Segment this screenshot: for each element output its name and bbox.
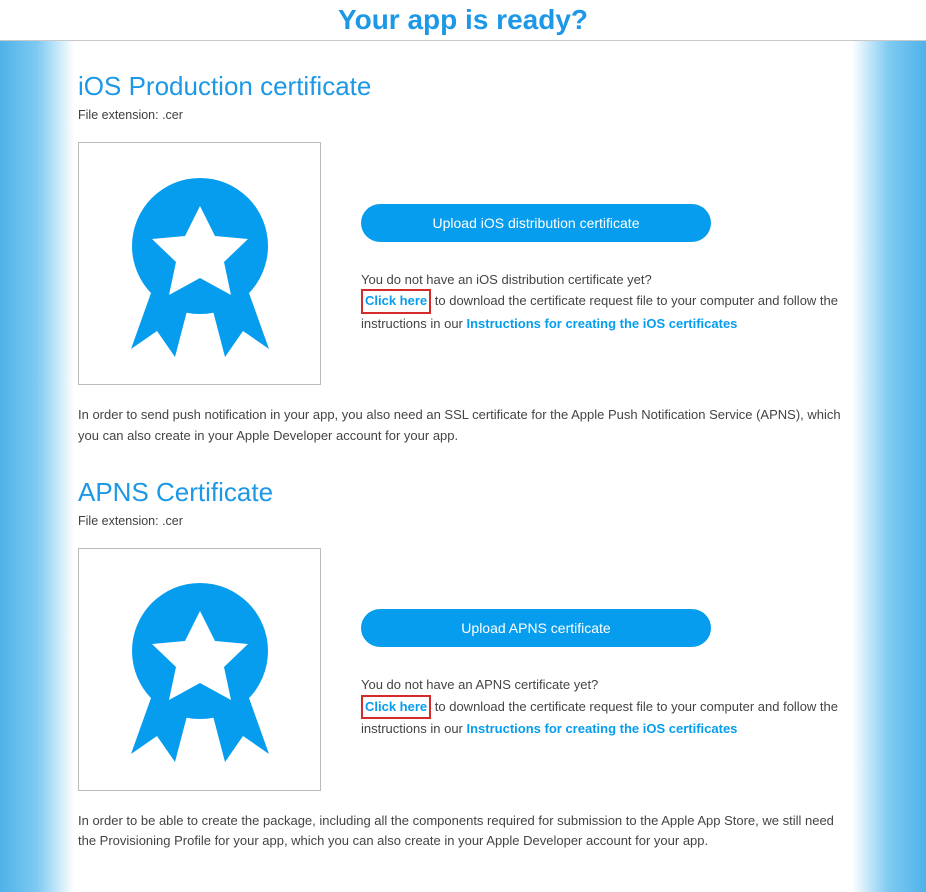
content-area: iOS Production certificate File extensio…: [78, 41, 848, 878]
ios-production-section: iOS Production certificate File extensio…: [78, 71, 848, 385]
section-title-ios: iOS Production certificate: [78, 71, 848, 102]
click-here-link-apns[interactable]: Click here: [365, 699, 427, 714]
cert-desc-ios: You do not have an iOS distribution cert…: [361, 270, 848, 334]
cert-row-ios: Upload iOS distribution certificate You …: [78, 142, 848, 385]
highlight-box-apns: Click here: [361, 695, 431, 720]
click-here-link-ios[interactable]: Click here: [365, 293, 427, 308]
bottom-paragraph: In order to be able to create the packag…: [78, 811, 848, 853]
cert-row-apns: Upload APNS certificate You do not have …: [78, 548, 848, 791]
section-title-apns: APNS Certificate: [78, 477, 848, 508]
page-header: Your app is ready?: [0, 0, 926, 41]
certificate-badge-icon: [115, 169, 285, 359]
certificate-badge-icon: [115, 574, 285, 764]
cert-image-box-ios: [78, 142, 321, 385]
page-title: Your app is ready?: [338, 4, 588, 36]
cert-question-apns: You do not have an APNS certificate yet?: [361, 675, 848, 695]
cert-desc-apns: You do not have an APNS certificate yet?…: [361, 675, 848, 739]
cert-image-box-apns: [78, 548, 321, 791]
file-extension-apns: File extension: .cer: [78, 514, 848, 528]
instructions-link-apns[interactable]: Instructions for creating the iOS certif…: [467, 721, 738, 736]
highlight-box-ios: Click here: [361, 289, 431, 314]
instructions-link-ios[interactable]: Instructions for creating the iOS certif…: [467, 316, 738, 331]
upload-ios-distribution-button[interactable]: Upload iOS distribution certificate: [361, 204, 711, 242]
mid-paragraph: In order to send push notification in yo…: [78, 405, 848, 447]
cert-info-apns: Upload APNS certificate You do not have …: [361, 599, 848, 739]
apns-section: APNS Certificate File extension: .cer Up…: [78, 477, 848, 791]
upload-apns-button[interactable]: Upload APNS certificate: [361, 609, 711, 647]
cert-question-ios: You do not have an iOS distribution cert…: [361, 272, 652, 287]
file-extension-ios: File extension: .cer: [78, 108, 848, 122]
cert-info-ios: Upload iOS distribution certificate You …: [361, 194, 848, 334]
